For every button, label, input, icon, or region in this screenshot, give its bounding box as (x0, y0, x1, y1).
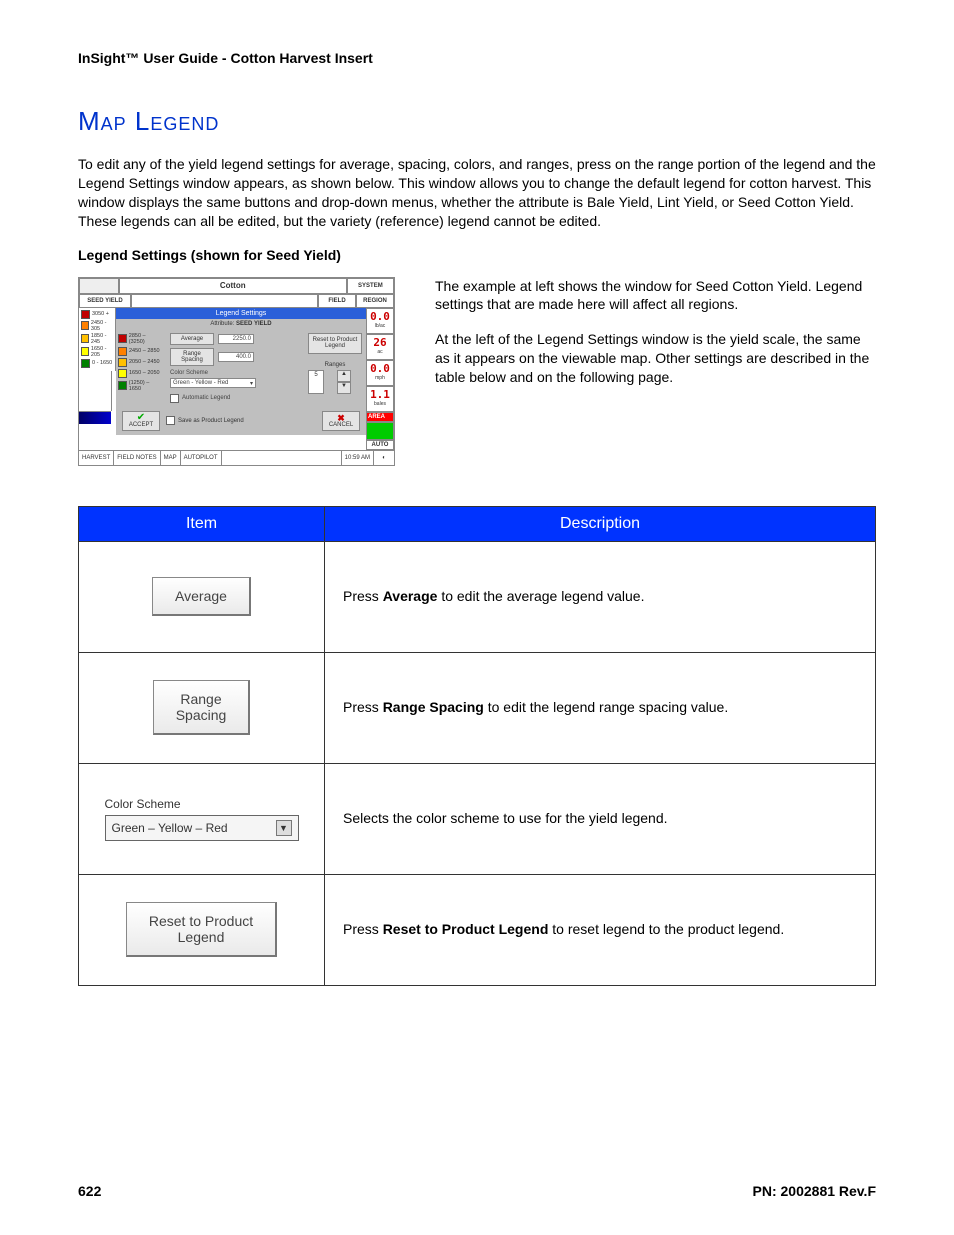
color-scheme-mini-label: Color Scheme (170, 370, 298, 376)
range-spacing-button[interactable]: RangeSpacing (153, 680, 251, 735)
table-description: Press Reset to Product Legend to reset l… (325, 874, 876, 985)
doc-header: InSight™ User Guide - Cotton Harvest Ins… (78, 50, 876, 66)
part-number: PN: 2002881 Rev.F (753, 1183, 876, 1199)
average-button[interactable]: Average (152, 577, 251, 616)
auto-button[interactable]: AUTO (366, 440, 394, 450)
color-scheme-select[interactable]: Color SchemeGreen – Yellow – Red▼ (105, 797, 299, 841)
cancel-button[interactable]: ✖CANCEL (322, 411, 360, 431)
range-spacing-mini-button[interactable]: Range Spacing (170, 348, 214, 366)
map-legend-scale[interactable]: 3050 +2450 - 3051850 - 2451650 - 2050 - … (79, 308, 116, 371)
automatic-legend-checkbox[interactable] (170, 394, 179, 403)
average-mini-button[interactable]: Average (170, 333, 214, 345)
save-as-product-label: Save as Product Legend (178, 418, 244, 424)
meter: 0.0lb/ac (366, 308, 394, 334)
globe-icon: ◐ (373, 451, 394, 465)
table-row: Reset to ProductLegend Press Reset to Pro… (79, 874, 876, 985)
meter: 1.1bales (366, 386, 394, 412)
reset-product-legend-mini-button[interactable]: Reset to Product Legend (308, 333, 362, 354)
system-button[interactable]: SYSTEM (347, 278, 394, 294)
legend-settings-header: Legend Settings (116, 308, 366, 319)
meter: 26ac (366, 334, 394, 360)
average-value[interactable]: 2250.0 (218, 334, 254, 344)
table-row: Average Press Average to edit the average… (79, 541, 876, 652)
page-number: 622 (78, 1183, 101, 1199)
app-title: Cotton (119, 278, 347, 294)
accept-button[interactable]: ✔ACCEPT (122, 411, 160, 431)
bottom-tab[interactable]: AUTOPILOT (181, 451, 222, 465)
table-header-description: Description (325, 506, 876, 541)
reset-product-legend-button[interactable]: Reset to ProductLegend (126, 902, 277, 957)
meter: 0.0mph (366, 360, 394, 386)
bottom-tab[interactable]: HARVEST (79, 451, 114, 465)
clock: 10:59 AM (341, 451, 373, 465)
region-tab[interactable]: REGION (356, 294, 394, 308)
ranges-label: Ranges (308, 362, 362, 368)
gps-icons (79, 371, 112, 411)
flag-indicator (366, 422, 394, 440)
range-spacing-value[interactable]: 400.0 (218, 352, 254, 362)
ranges-value[interactable]: 5 (308, 370, 324, 394)
section-title: Map Legend (78, 106, 876, 137)
table-row: RangeSpacing Press Range Spacing to edit … (79, 652, 876, 763)
table-row: Color SchemeGreen – Yellow – Red▼ Selects… (79, 763, 876, 874)
bottom-tab[interactable]: FIELD NOTES (114, 451, 160, 465)
bottom-tab[interactable]: MAP (161, 451, 181, 465)
save-as-product-checkbox[interactable] (166, 416, 175, 425)
color-scheme-mini-select[interactable]: Green - Yellow - Red ▾ (170, 378, 256, 388)
legend-settings-subhead: Legend Settings (shown for Seed Yield) (78, 247, 876, 263)
right-paragraph-1: The example at left shows the window for… (435, 277, 876, 315)
right-paragraph-2: At the left of the Legend Settings windo… (435, 330, 876, 387)
table-description: Press Range Spacing to edit the legend r… (325, 652, 876, 763)
field-tab[interactable]: FIELD (318, 294, 356, 308)
table-description: Press Average to edit the average legend… (325, 541, 876, 652)
legend-settings-screenshot: Cotton SYSTEM SEED YIELD FIELD REGION 30… (78, 277, 395, 466)
legend-inner-scale[interactable]: 2850 – (3250)2450 – 28502050 – 24501650 … (116, 329, 164, 407)
ranges-spinner[interactable]: ▲▼ (337, 370, 351, 394)
automatic-legend-label: Automatic Legend (182, 395, 230, 401)
area-button[interactable]: AREA (366, 412, 394, 422)
seed-yield-tab[interactable]: SEED YIELD (79, 294, 131, 308)
intro-paragraph: To edit any of the yield legend settings… (78, 155, 876, 231)
attribute-value: SEED YIELD (236, 321, 272, 327)
attribute-label: Attribute: (210, 321, 234, 327)
table-header-item: Item (79, 506, 325, 541)
settings-table: Item Description Average Press Average to… (78, 506, 876, 986)
table-description: Selects the color scheme to use for the … (325, 763, 876, 874)
